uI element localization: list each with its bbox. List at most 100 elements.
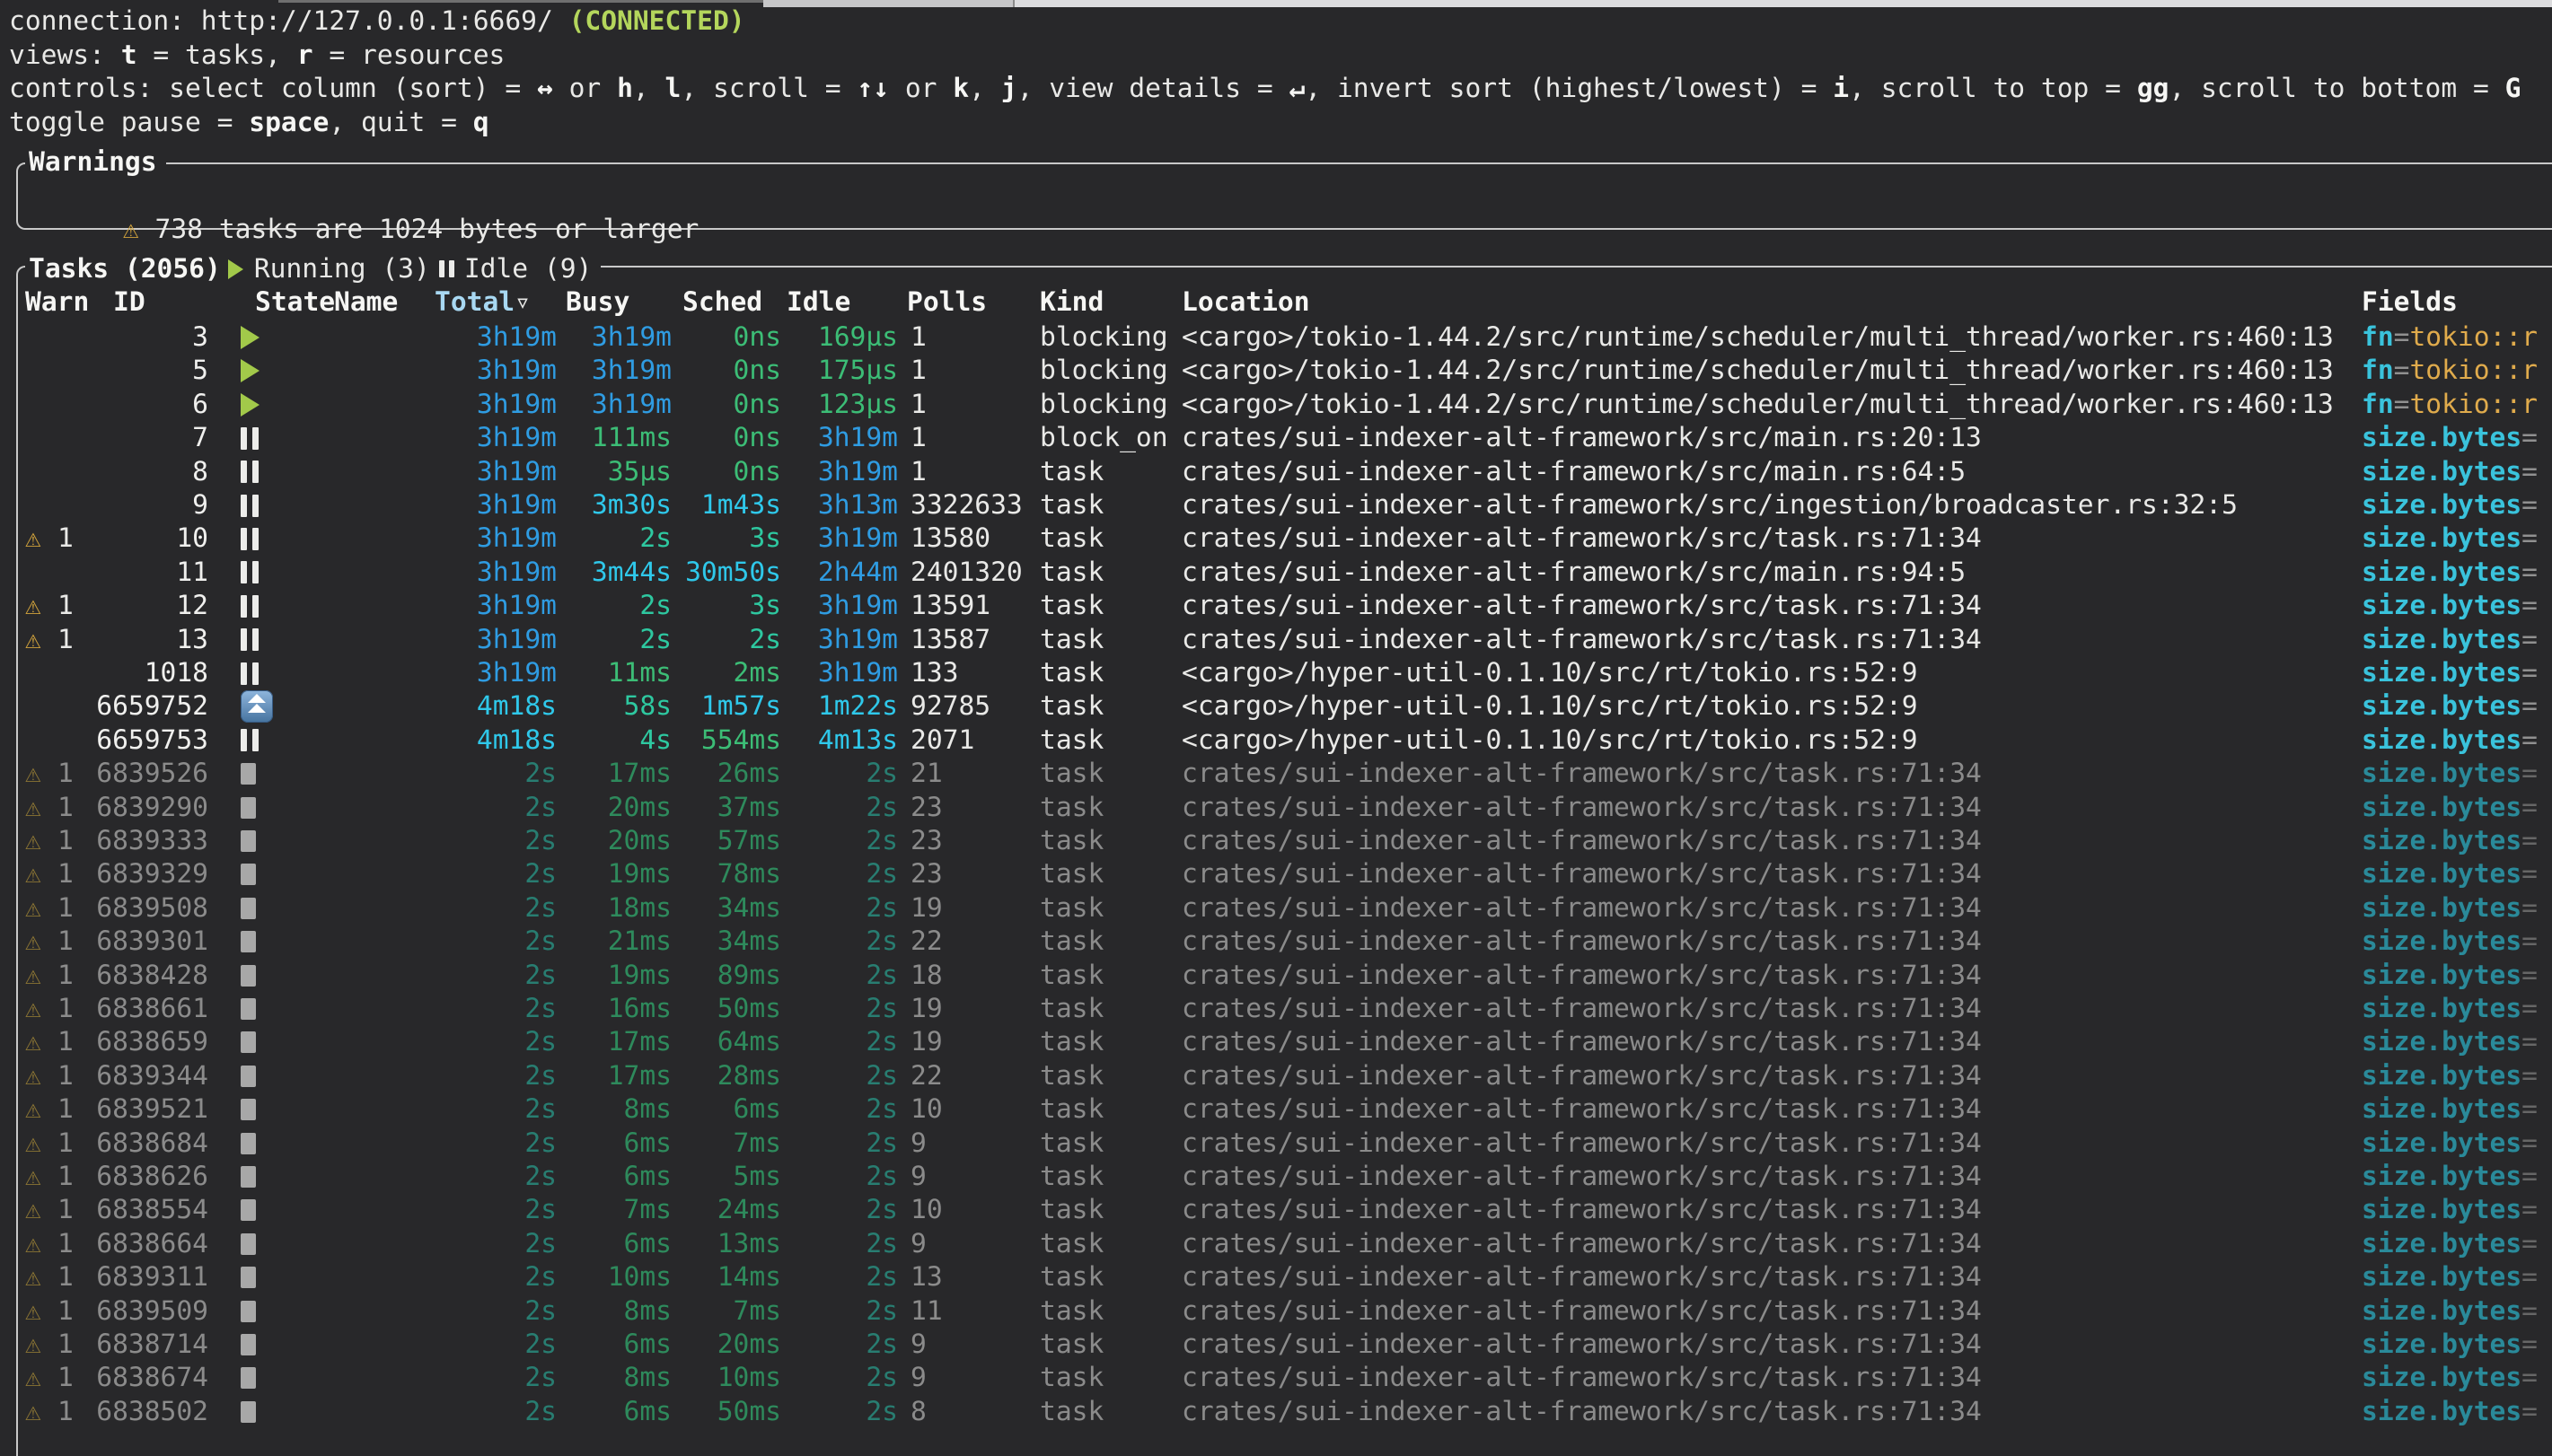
cell-fields: size.bytes=	[2362, 1127, 2538, 1160]
task-row[interactable]: ⚠168385022s6ms50ms2s8taskcrates/sui-inde…	[0, 1395, 2552, 1429]
cell-sched: 30m50s	[675, 556, 781, 589]
cell-polls: 19	[911, 891, 943, 925]
column-header-kind[interactable]: Kind	[1040, 285, 1104, 319]
cell-idle: 3h19m	[788, 522, 898, 555]
task-row[interactable]: ⚠168393442s17ms28ms2s22taskcrates/sui-in…	[0, 1059, 2552, 1093]
up-arrow	[248, 694, 266, 703]
cell-sched: 3s	[675, 522, 781, 555]
column-header-sched[interactable]: Sched	[682, 285, 762, 319]
field-equals: =	[2521, 1127, 2538, 1158]
task-row[interactable]: ⚠168386592s17ms64ms2s19taskcrates/sui-in…	[0, 1025, 2552, 1059]
task-row[interactable]: 53h19m3h19m0ns175µs1blocking<cargo>/toki…	[0, 354, 2552, 388]
column-header-location[interactable]: Location	[1182, 285, 1310, 319]
cell-state	[241, 1294, 280, 1329]
column-header-state[interactable]: State	[255, 285, 335, 319]
cell-warn-count: 1	[57, 1059, 74, 1092]
state-idle-icon	[241, 528, 247, 550]
cell-kind: task	[1040, 1328, 1104, 1361]
task-row[interactable]: ⚠168393012s21ms34ms2s22taskcrates/sui-in…	[0, 925, 2552, 959]
task-row[interactable]: ⚠168393332s20ms57ms2s23taskcrates/sui-in…	[0, 824, 2552, 858]
cell-warn-count: 1	[57, 757, 74, 790]
column-header-polls[interactable]: Polls	[907, 285, 987, 319]
task-row[interactable]: ⚠168386742s8ms10ms2s9taskcrates/sui-inde…	[0, 1361, 2552, 1395]
task-row[interactable]: ⚠1103h19m2s3s3h19m13580taskcrates/sui-in…	[0, 522, 2552, 556]
cell-idle: 3h19m	[788, 455, 898, 488]
task-row[interactable]: ⚠168395082s18ms34ms2s19taskcrates/sui-in…	[0, 891, 2552, 925]
state-completed-icon	[241, 1031, 256, 1053]
up-arrow	[248, 704, 266, 713]
task-row[interactable]: ⚠168395262s17ms26ms2s21taskcrates/sui-in…	[0, 757, 2552, 791]
column-header-busy[interactable]: Busy	[566, 285, 629, 319]
cell-busy: 21ms	[562, 925, 672, 958]
column-header-id[interactable]: ID	[113, 285, 145, 319]
cell-warn-count: 1	[57, 791, 74, 824]
cell-location: crates/sui-indexer-alt-framework/src/tas…	[1182, 589, 1982, 622]
task-row[interactable]: ⚠168395212s8ms6ms2s10taskcrates/sui-inde…	[0, 1092, 2552, 1127]
cell-fields: size.bytes=	[2362, 925, 2538, 958]
task-row[interactable]: ⚠168386612s16ms50ms2s19taskcrates/sui-in…	[0, 992, 2552, 1026]
cell-state	[241, 320, 280, 355]
cell-id: 6838626	[83, 1160, 208, 1193]
cell-kind: task	[1040, 1294, 1104, 1328]
field-key: size.bytes	[2362, 792, 2521, 822]
task-row[interactable]: ⚠1133h19m2s2s3h19m13587taskcrates/sui-in…	[0, 623, 2552, 657]
field-key: size.bytes	[2362, 1396, 2521, 1426]
warning-icon: ⚠	[25, 1092, 41, 1126]
warning-triangle-icon: ⚠	[123, 214, 155, 244]
task-row[interactable]: ⚠168393112s10ms14ms2s13taskcrates/sui-in…	[0, 1260, 2552, 1294]
cell-fields: size.bytes=	[2362, 1160, 2538, 1193]
cell-fields: fn=tokio::r	[2362, 388, 2538, 421]
task-row[interactable]: ⚠168393292s19ms78ms2s23taskcrates/sui-in…	[0, 857, 2552, 891]
cell-warn-count: 1	[57, 1193, 74, 1226]
task-row[interactable]: ⚠168384282s19ms89ms2s18taskcrates/sui-in…	[0, 959, 2552, 993]
column-header-name[interactable]: Name	[334, 285, 398, 319]
task-row[interactable]: 33h19m3h19m0ns169µs1blocking<cargo>/toki…	[0, 320, 2552, 355]
cell-state	[241, 959, 280, 993]
task-row[interactable]: 113h19m3m44s30m50s2h44m2401320taskcrates…	[0, 556, 2552, 590]
field-equals: =	[2521, 892, 2538, 923]
column-header-idle[interactable]: Idle	[787, 285, 850, 319]
field-equals: =	[2521, 1060, 2538, 1091]
task-row[interactable]: ⚠1123h19m2s3s3h19m13591taskcrates/sui-in…	[0, 589, 2552, 623]
cell-warn-count: 1	[57, 891, 74, 925]
task-row[interactable]: ⚠168386642s6ms13ms2s9taskcrates/sui-inde…	[0, 1227, 2552, 1261]
task-row[interactable]: 66597524m18s58s1m57s1m22s92785task<cargo…	[0, 689, 2552, 724]
cell-sched: 6ms	[675, 1092, 781, 1126]
cell-kind: task	[1040, 992, 1104, 1025]
task-row[interactable]: 93h19m3m30s1m43s3h13m3322633taskcrates/s…	[0, 488, 2552, 522]
task-row[interactable]: ⚠168386262s6ms5ms2s9taskcrates/sui-index…	[0, 1160, 2552, 1194]
task-row[interactable]: 63h19m3h19m0ns123µs1blocking<cargo>/toki…	[0, 388, 2552, 422]
task-row[interactable]: ⚠168387142s6ms20ms2s9taskcrates/sui-inde…	[0, 1328, 2552, 1362]
task-row[interactable]: 83h19m35µs0ns3h19m1taskcrates/sui-indexe…	[0, 455, 2552, 489]
cell-id: 3	[83, 320, 208, 354]
cell-total: 2s	[366, 757, 557, 790]
cell-id: 6838684	[83, 1127, 208, 1160]
task-row[interactable]: ⚠168385542s7ms24ms2s10taskcrates/sui-ind…	[0, 1193, 2552, 1227]
cell-id: 8	[83, 455, 208, 488]
state-scheduled-icon	[241, 690, 273, 723]
field-key: size.bytes	[2362, 1295, 2521, 1326]
task-row[interactable]: 66597534m18s4s554ms4m13s2071task<cargo>/…	[0, 724, 2552, 758]
column-header-warn[interactable]: Warn	[25, 285, 89, 319]
cell-kind: task	[1040, 857, 1104, 890]
cell-location: crates/sui-indexer-alt-framework/src/tas…	[1182, 1395, 1982, 1428]
field-equals: =	[2521, 422, 2538, 452]
state-completed-icon	[241, 898, 256, 919]
cell-state	[241, 857, 280, 891]
task-row[interactable]: ⚠168386842s6ms7ms2s9taskcrates/sui-index…	[0, 1127, 2552, 1161]
cell-idle: 169µs	[788, 320, 898, 354]
task-row[interactable]: 10183h19m11ms2ms3h19m133task<cargo>/hype…	[0, 656, 2552, 690]
task-row[interactable]: ⚠168392902s20ms37ms2s23taskcrates/sui-in…	[0, 791, 2552, 825]
cell-idle: 2h44m	[788, 556, 898, 589]
cell-total: 2s	[366, 1395, 557, 1428]
state-running-icon	[241, 326, 260, 349]
column-header-total[interactable]: Total▿	[435, 285, 531, 319]
cell-sched: 0ns	[675, 421, 781, 454]
cell-location: crates/sui-indexer-alt-framework/src/mai…	[1182, 421, 1982, 454]
task-row[interactable]: ⚠168395092s8ms7ms2s11taskcrates/sui-inde…	[0, 1294, 2552, 1329]
cell-polls: 13580	[911, 522, 990, 555]
task-row[interactable]: 73h19m111ms0ns3h19m1block_oncrates/sui-i…	[0, 421, 2552, 455]
field-equals: =	[2521, 1261, 2538, 1292]
column-header-fields[interactable]: Fields	[2362, 285, 2458, 319]
state-idle-icon	[241, 662, 247, 685]
